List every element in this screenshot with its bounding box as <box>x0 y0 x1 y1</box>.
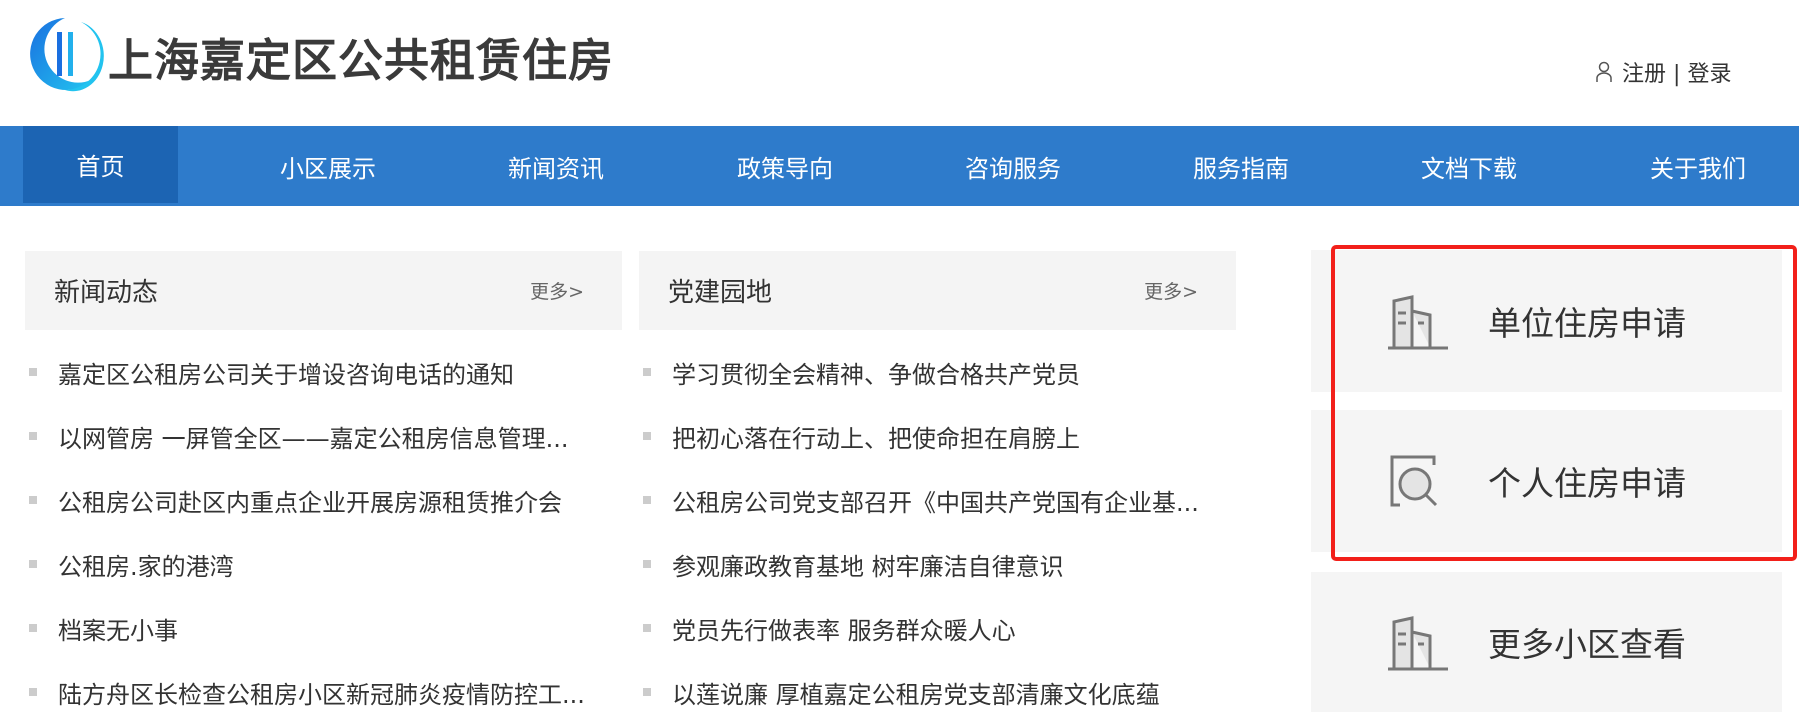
list-item[interactable]: 以莲说廉 厚植嘉定公租房党支部清廉文化底蕴 <box>639 660 1236 724</box>
site-title: 上海嘉定区公共租赁住房 <box>108 34 615 87</box>
list-item[interactable]: 档案无小事 <box>25 596 622 660</box>
list-item[interactable]: 嘉定区公租房公司关于增设咨询电话的通知 <box>25 340 622 404</box>
nav-policy[interactable]: 政策导向 <box>671 126 899 206</box>
list-item[interactable]: 参观廉政教育基地 树牢廉洁自律意识 <box>639 532 1236 596</box>
bullet <box>29 496 37 504</box>
item-title: 以莲说廉 厚植嘉定公租房党支部清廉文化底蕴 <box>672 680 1160 709</box>
item-title: 把初心落在行动上、把使命担在肩膀上 <box>672 424 1080 453</box>
item-title: 党员先行做表率 服务群众暖人心 <box>672 616 1016 645</box>
card-label: 更多小区查看 <box>1488 625 1686 664</box>
main-nav: 首页 小区展示 新闻资讯 政策导向 咨询服务 服务指南 文档下载 关于我们 <box>0 126 1799 206</box>
separator: | <box>1673 62 1681 87</box>
list-item[interactable]: 公租房.家的港湾 <box>25 532 622 596</box>
nav-about[interactable]: 关于我们 <box>1584 126 1799 206</box>
search-doc-icon <box>1390 455 1438 507</box>
nav-news[interactable]: 新闻资讯 <box>442 126 670 206</box>
party-panel: 党建园地 更多> 学习贯彻全会精神、争做合格共产党员 把初心落在行动上、把使命担… <box>639 251 1236 724</box>
more-communities-button[interactable]: 更多小区查看 <box>1311 572 1782 712</box>
news-panel: 新闻动态 更多> 嘉定区公租房公司关于增设咨询电话的通知 以网管房 一屏管全区—… <box>25 251 622 724</box>
unit-housing-application-button[interactable]: 单位住房申请 <box>1311 250 1782 392</box>
user-area: 注册 | 登录 <box>1596 56 1731 88</box>
nav-downloads[interactable]: 文档下载 <box>1355 126 1583 206</box>
item-title: 公租房.家的港湾 <box>58 552 234 581</box>
building-icon <box>1388 295 1448 350</box>
list-item[interactable]: 把初心落在行动上、把使命担在肩膀上 <box>639 404 1236 468</box>
item-title: 公租房公司赴区内重点企业开展房源租赁推介会 <box>58 488 562 517</box>
bullet <box>29 432 37 440</box>
party-list: 学习贯彻全会精神、争做合格共产党员 把初心落在行动上、把使命担在肩膀上 公租房公… <box>639 340 1236 724</box>
item-title: 公租房公司党支部召开《中国共产党国有企业基... <box>672 488 1199 517</box>
news-panel-header: 新闻动态 更多> <box>25 251 622 330</box>
list-item[interactable]: 党员先行做表率 服务群众暖人心 <box>639 596 1236 660</box>
item-title: 档案无小事 <box>58 616 178 645</box>
bullet <box>29 688 37 696</box>
logo-icon <box>30 18 104 92</box>
card-label: 个人住房申请 <box>1488 464 1686 503</box>
list-item[interactable]: 陆方舟区长检查公租房小区新冠肺炎疫情防控工... <box>25 660 622 724</box>
nav-consult[interactable]: 咨询服务 <box>899 126 1127 206</box>
news-list: 嘉定区公租房公司关于增设咨询电话的通知 以网管房 一屏管全区——嘉定公租房信息管… <box>25 340 622 724</box>
bullet <box>29 368 37 376</box>
news-panel-title: 新闻动态 <box>54 278 159 308</box>
card-label: 单位住房申请 <box>1488 304 1686 343</box>
bullet <box>643 432 651 440</box>
list-item[interactable]: 以网管房 一屏管全区——嘉定公租房信息管理... <box>25 404 622 468</box>
building-icon <box>1388 616 1448 671</box>
item-title: 学习贯彻全会精神、争做合格共产党员 <box>672 360 1080 389</box>
bullet <box>29 624 37 632</box>
bullet <box>29 560 37 568</box>
list-item[interactable]: 公租房公司党支部召开《中国共产党国有企业基... <box>639 468 1236 532</box>
nav-home[interactable]: 首页 <box>23 126 178 203</box>
personal-housing-application-button[interactable]: 个人住房申请 <box>1311 410 1782 552</box>
login-link[interactable]: 登录 <box>1687 62 1731 87</box>
news-more-link[interactable]: 更多> <box>530 277 584 304</box>
bullet <box>643 368 651 376</box>
nav-guide[interactable]: 服务指南 <box>1127 126 1355 206</box>
party-panel-title: 党建园地 <box>668 278 773 308</box>
bullet <box>643 496 651 504</box>
user-icon <box>1596 61 1612 82</box>
nav-community[interactable]: 小区展示 <box>214 126 442 206</box>
item-title: 以网管房 一屏管全区——嘉定公租房信息管理... <box>58 424 569 453</box>
party-more-link[interactable]: 更多> <box>1144 277 1198 304</box>
item-title: 嘉定区公租房公司关于增设咨询电话的通知 <box>58 360 514 389</box>
party-panel-header: 党建园地 更多> <box>639 251 1236 330</box>
register-link[interactable]: 注册 <box>1622 62 1666 87</box>
item-title: 陆方舟区长检查公租房小区新冠肺炎疫情防控工... <box>58 680 585 709</box>
bullet <box>643 560 651 568</box>
item-title: 参观廉政教育基地 树牢廉洁自律意识 <box>672 552 1064 581</box>
list-item[interactable]: 学习贯彻全会精神、争做合格共产党员 <box>639 340 1236 404</box>
bullet <box>643 624 651 632</box>
list-item[interactable]: 公租房公司赴区内重点企业开展房源租赁推介会 <box>25 468 622 532</box>
bullet <box>643 688 651 696</box>
